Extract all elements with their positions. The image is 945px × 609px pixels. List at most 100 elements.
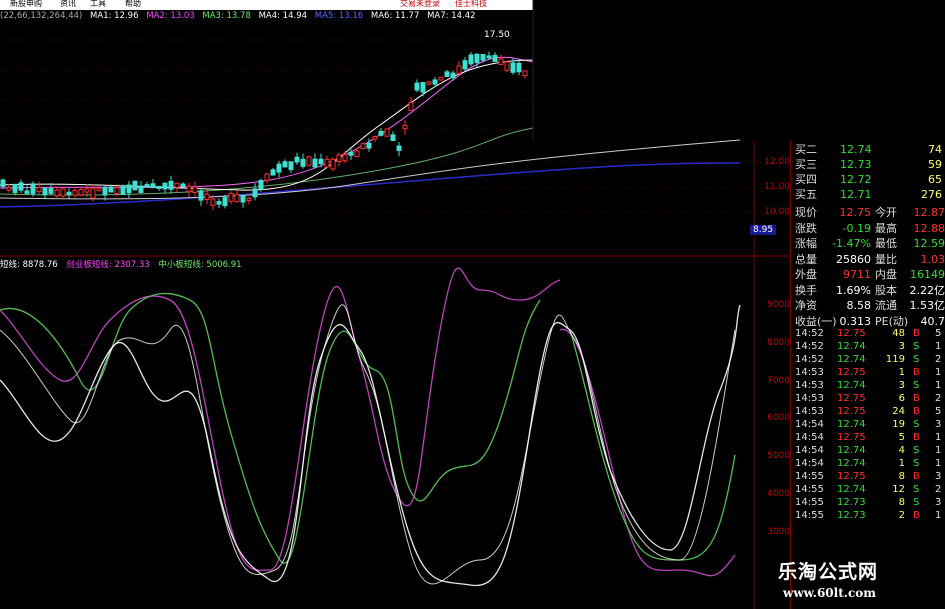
- candle-body: [60, 188, 66, 197]
- stat-value-2: 2.22亿: [909, 283, 945, 297]
- candle-body: [114, 187, 120, 194]
- candle-body: [198, 190, 204, 201]
- stat-value: 12.75: [839, 206, 872, 219]
- candle-body: [66, 191, 72, 196]
- candle-body: [504, 61, 510, 71]
- tick-time: 14:53: [795, 406, 824, 417]
- tick-price: 12.75: [837, 471, 866, 482]
- tick-price: 12.75: [837, 393, 866, 404]
- tick-count: 5: [935, 406, 942, 417]
- peak-price-label: 17.50: [484, 30, 510, 40]
- tick-volume: 3: [898, 380, 905, 391]
- candle-body: [258, 180, 264, 190]
- stat-label-2: 内盘: [875, 268, 897, 281]
- candle-body: [246, 197, 252, 201]
- tick-volume: 2: [898, 510, 905, 521]
- bid-price: 12.71: [840, 188, 872, 201]
- candle-body: [324, 158, 330, 168]
- osc-line-green: [0, 292, 541, 564]
- candle-body: [42, 187, 48, 196]
- candle-body: [24, 190, 30, 194]
- candle-body: [156, 185, 162, 189]
- tick-time: 14:55: [795, 484, 824, 495]
- watermark-url: www.60lt.com: [783, 586, 876, 600]
- tick-count: 1: [935, 341, 942, 352]
- candle-body: [90, 188, 96, 199]
- osc-line-white-3: [0, 304, 736, 585]
- stat-label-2: 量比: [875, 252, 897, 266]
- tick-side: S: [913, 380, 920, 391]
- tick-volume: 8: [898, 471, 905, 482]
- candle-body: [234, 193, 240, 203]
- candle-body: [168, 180, 174, 190]
- candle-body: [222, 197, 228, 207]
- tick-side: S: [913, 354, 920, 365]
- chart-canvas[interactable]: 17.50: [0, 0, 790, 609]
- tick-volume: 6: [898, 393, 905, 404]
- stat-value-2: 12.88: [913, 221, 945, 235]
- price-axis-11: 11.00: [764, 182, 790, 192]
- candle-body: [150, 183, 156, 189]
- tick-side: S: [913, 445, 920, 456]
- stat-label: 净资: [795, 299, 817, 312]
- candle-body: [18, 182, 24, 191]
- bid-label: 买四: [795, 173, 817, 186]
- tick-volume: 3: [898, 341, 905, 352]
- osc-axis-6000: 6000: [767, 413, 790, 423]
- tick-volume: 1: [898, 367, 905, 378]
- tick-side: B: [913, 471, 920, 482]
- tick-price: 12.75: [837, 432, 866, 443]
- candle-body: [276, 163, 282, 173]
- candle-body: [366, 142, 372, 149]
- tick-volume: 24: [892, 406, 905, 417]
- candle-body: [336, 154, 342, 163]
- candle-body: [414, 82, 420, 91]
- tick-side: B: [913, 328, 920, 339]
- candle-body: [384, 128, 390, 137]
- candle-body: [180, 183, 186, 188]
- candle-body: [426, 81, 432, 85]
- candle-body: [138, 185, 144, 193]
- osc-axis-3000: 3000: [767, 527, 790, 537]
- stat-value-2: 16149: [910, 268, 945, 281]
- stat-label: 总量: [795, 252, 817, 266]
- oscillator-lines: [0, 267, 741, 587]
- bid-volume: 65: [928, 173, 942, 186]
- candle-body: [306, 156, 312, 166]
- tick-count: 1: [935, 458, 942, 469]
- tick-price: 12.74: [837, 380, 866, 391]
- candle-body: [78, 188, 84, 196]
- oscillator-indicator-bar: 短线: 8878.76 创业板短线: 2307.33 中小板短线: 5006.9…: [0, 258, 248, 270]
- candle-body: [480, 53, 486, 61]
- tick-price: 12.74: [837, 458, 866, 469]
- stat-value: -1.47%: [832, 237, 871, 250]
- tick-side: S: [913, 341, 920, 352]
- tick-volume: 12: [892, 484, 905, 495]
- candle-body: [486, 55, 492, 59]
- candle-body: [468, 54, 474, 65]
- watermark-title: 乐淘公式网: [778, 561, 879, 583]
- candle-body: [408, 101, 414, 111]
- candle-body: [378, 130, 384, 136]
- tick-price: 12.75: [837, 367, 866, 378]
- stat-label: 涨跌: [795, 221, 817, 235]
- tick-volume: 19: [892, 419, 905, 430]
- candle-body: [270, 169, 276, 176]
- candle-body: [108, 186, 114, 193]
- tick-volume: 8: [898, 497, 905, 508]
- stat-value-2: 12.87: [913, 206, 945, 219]
- candle-body: [282, 161, 288, 168]
- candle-body: [474, 53, 480, 64]
- candle-body: [354, 150, 360, 157]
- tick-time: 14:54: [795, 458, 824, 469]
- candle-body: [12, 183, 18, 194]
- candle-body: [54, 189, 60, 197]
- stat-label: 现价: [795, 206, 817, 219]
- tick-price: 12.74: [837, 484, 866, 495]
- bid-label: 买二: [795, 143, 817, 156]
- tick-volume: 48: [892, 328, 905, 339]
- candle-body: [402, 124, 408, 130]
- tick-count: 3: [935, 471, 942, 482]
- tick-price: 12.73: [837, 497, 866, 508]
- candle-body: [522, 70, 528, 77]
